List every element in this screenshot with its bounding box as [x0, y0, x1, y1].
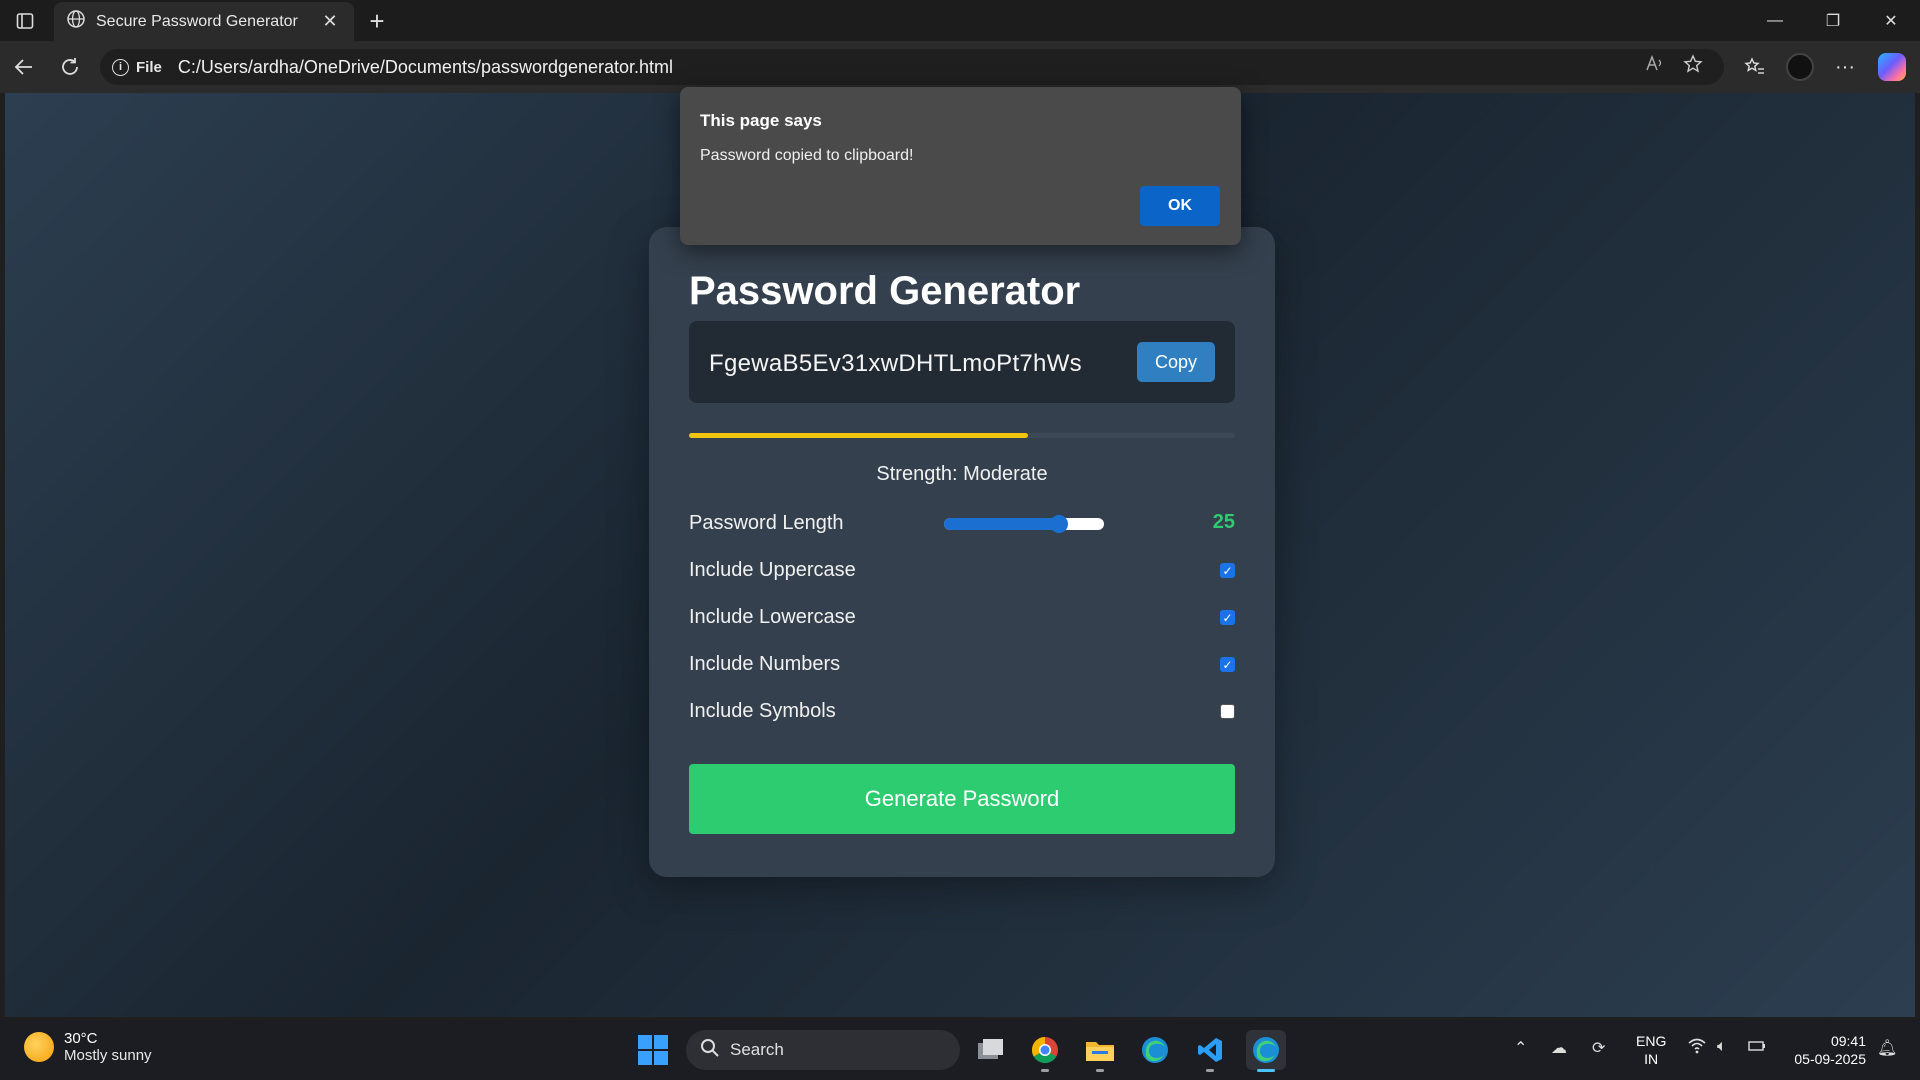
language-indicator[interactable]: ENG IN	[1636, 1032, 1666, 1068]
tab-title: Secure Password Generator	[96, 12, 298, 30]
sync-icon[interactable]: ⟳	[1592, 1038, 1605, 1058]
dialog-title: This page says	[700, 111, 822, 130]
weather-temperature: 30°C	[64, 1030, 98, 1047]
volume-icon[interactable]: 🔈︎	[1717, 1038, 1727, 1056]
file-explorer-icon[interactable]	[1080, 1030, 1120, 1072]
symbols-label: Include Symbols	[689, 699, 836, 722]
taskbar-search[interactable]: Search	[686, 1030, 960, 1070]
password-output[interactable]: FgewaB5Ev31xwDHTLmoPt7hWs	[709, 350, 1082, 378]
search-label: Search	[730, 1040, 784, 1059]
weather-condition: Mostly sunny	[64, 1047, 152, 1064]
profile-avatar[interactable]	[1780, 49, 1820, 85]
edge-icon[interactable]	[1135, 1030, 1175, 1070]
generator-card: Password Generator FgewaB5Ev31xwDHTLmoPt…	[649, 227, 1275, 877]
battery-icon[interactable]	[1747, 1038, 1767, 1059]
symbols-row: Include Symbols	[689, 696, 1235, 726]
length-row: Password Length 25	[689, 508, 1235, 538]
length-slider-fill	[944, 518, 1060, 530]
clock-date: 05-09-2025	[1794, 1051, 1866, 1067]
clock-time: 09:41	[1830, 1033, 1866, 1049]
search-icon	[700, 1038, 720, 1063]
password-display: FgewaB5Ev31xwDHTLmoPt7hWs Copy	[689, 321, 1235, 403]
browser-toolbar: i File C:/Users/ardha/OneDrive/Documents…	[0, 41, 1920, 93]
new-tab-icon[interactable]: +	[362, 6, 392, 36]
copy-button[interactable]: Copy	[1137, 342, 1215, 382]
favorites-icon[interactable]	[1735, 49, 1775, 85]
symbols-checkbox[interactable]	[1220, 704, 1235, 719]
back-icon[interactable]	[6, 49, 42, 85]
browser-titlebar: Secure Password Generator ✕ + — ❐ ✕	[0, 0, 1920, 41]
strength-meter	[689, 433, 1235, 438]
task-view-icon[interactable]	[971, 1030, 1011, 1070]
url-text[interactable]: C:/Users/ardha/OneDrive/Documents/passwo…	[178, 57, 1636, 78]
start-windows-icon[interactable]	[638, 1035, 668, 1065]
numbers-row: Include Numbers ✓	[689, 649, 1235, 679]
dialog-message: Password copied to clipboard!	[700, 147, 914, 164]
uppercase-checkbox[interactable]: ✓	[1220, 563, 1235, 578]
favorite-star-icon[interactable]	[1674, 54, 1712, 80]
length-value: 25	[1212, 511, 1235, 533]
numbers-checkbox[interactable]: ✓	[1220, 657, 1235, 672]
close-window-icon[interactable]: ✕	[1862, 0, 1920, 41]
lowercase-checkbox[interactable]: ✓	[1220, 610, 1235, 625]
notification-bell-icon[interactable]: 🔔︎	[1877, 1038, 1897, 1058]
weather-sun-icon	[24, 1032, 54, 1062]
site-info-button[interactable]: i File	[112, 58, 162, 76]
language-region: IN	[1644, 1051, 1659, 1067]
lowercase-row: Include Lowercase ✓	[689, 602, 1235, 632]
alert-dialog: This page says Password copied to clipbo…	[680, 87, 1241, 245]
address-prefix: File	[136, 58, 162, 76]
copilot-icon[interactable]	[1872, 49, 1912, 85]
refresh-icon[interactable]	[52, 49, 88, 85]
generate-password-button[interactable]: Generate Password	[689, 764, 1235, 834]
language-code: ENG	[1636, 1033, 1667, 1049]
edge-active-icon[interactable]	[1246, 1030, 1286, 1072]
chevron-up-icon[interactable]: ⌃	[1514, 1038, 1527, 1058]
system-clock[interactable]: 09:41 05-09-2025	[1786, 1032, 1866, 1068]
tab-close-icon[interactable]: ✕	[318, 11, 342, 32]
tab-actions-icon[interactable]	[10, 6, 40, 36]
lowercase-label: Include Lowercase	[689, 605, 856, 628]
window-controls: — ❐ ✕	[1746, 0, 1920, 41]
numbers-label: Include Numbers	[689, 652, 841, 675]
info-icon: i	[112, 58, 129, 76]
vscode-icon[interactable]	[1190, 1030, 1230, 1072]
address-bar[interactable]: i File C:/Users/ardha/OneDrive/Documents…	[100, 49, 1724, 85]
wifi-icon[interactable]	[1688, 1038, 1706, 1059]
weather-widget[interactable]: 30°C Mostly sunny	[24, 1030, 152, 1064]
read-aloud-icon[interactable]	[1636, 54, 1674, 80]
page-title: Password Generator	[689, 269, 1081, 313]
chrome-icon[interactable]	[1025, 1030, 1065, 1072]
uppercase-row: Include Uppercase ✓	[689, 555, 1235, 585]
browser-tab[interactable]: Secure Password Generator ✕	[54, 2, 354, 41]
taskbar: 30°C Mostly sunny Search ⌃ ☁ ⟳ ENG IN 🔈︎…	[0, 1020, 1920, 1080]
restore-icon[interactable]: ❐	[1804, 0, 1862, 41]
more-options-icon[interactable]: ···	[1825, 49, 1865, 85]
strength-label: Strength: Moderate	[876, 463, 1048, 485]
globe-icon	[66, 9, 86, 34]
minimize-icon[interactable]: —	[1746, 0, 1804, 41]
uppercase-label: Include Uppercase	[689, 558, 856, 581]
length-slider-track[interactable]	[944, 518, 1104, 530]
strength-meter-fill	[689, 433, 1028, 438]
onedrive-cloud-icon[interactable]: ☁	[1551, 1038, 1567, 1058]
dialog-ok-button[interactable]: OK	[1140, 186, 1220, 226]
